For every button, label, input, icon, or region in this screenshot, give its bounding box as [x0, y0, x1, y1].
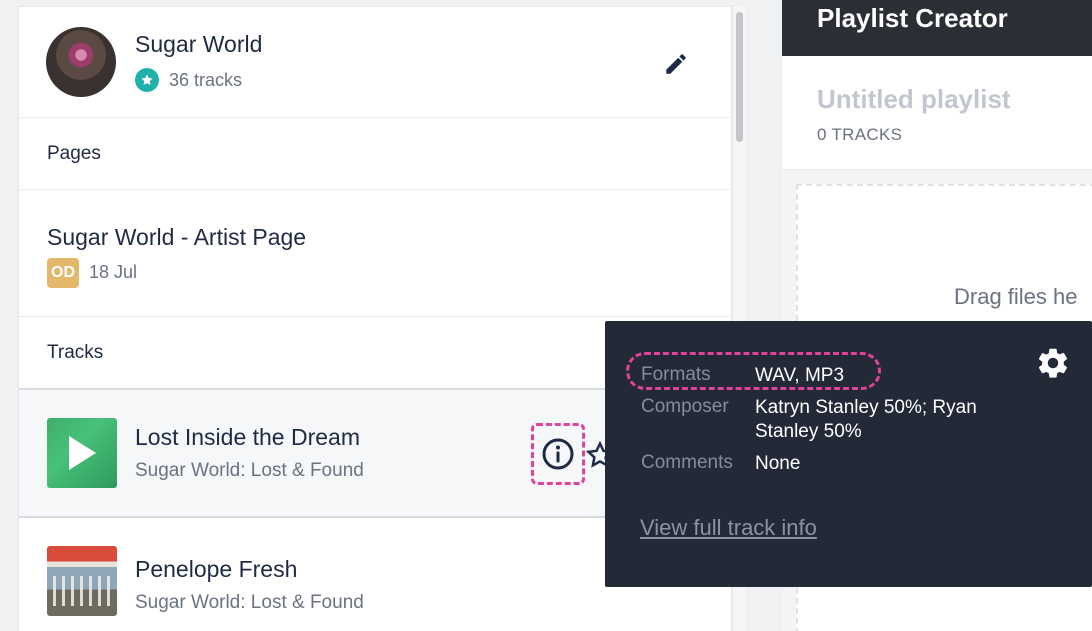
artist-track-count-row: 36 tracks — [135, 68, 242, 92]
playlist-creator-title: Playlist Creator — [817, 3, 1008, 33]
composer-value: Katryn Stanley 50%; Ryan Stanley 50% — [755, 397, 977, 442]
track-title[interactable]: Lost Inside the Dream — [135, 424, 360, 451]
playlist-head: Untitled playlist 0 TRACKS — [782, 56, 1092, 170]
comments-label: Comments — [641, 452, 733, 473]
artist-avatar — [46, 27, 116, 97]
formats-value: WAV, MP3 — [755, 365, 845, 386]
star-icon — [135, 68, 159, 92]
track-info-button[interactable] — [531, 423, 585, 485]
artist-header: Sugar World 36 tracks — [19, 7, 731, 118]
playlist-track-count: 0 TRACKS — [817, 125, 903, 144]
artwork-detail — [53, 576, 111, 606]
info-icon — [542, 438, 574, 470]
track-artwork[interactable] — [47, 418, 117, 488]
playlist-name[interactable]: Untitled playlist — [817, 84, 1011, 115]
gear-icon — [1038, 348, 1068, 378]
dropzone-text: Drag files he — [954, 284, 1078, 309]
track-artwork[interactable] — [47, 546, 117, 616]
track-album: Sugar World: Lost & Found — [135, 592, 364, 613]
settings-button[interactable] — [1035, 345, 1071, 381]
edit-artist-button[interactable] — [663, 51, 689, 77]
formats-label: Formats — [641, 364, 711, 385]
track-title[interactable]: Penelope Fresh — [135, 556, 297, 583]
artist-track-count: 36 tracks — [169, 69, 243, 90]
composer-label: Composer — [641, 396, 729, 417]
page-date: 18 Jul — [89, 262, 138, 282]
track-album: Sugar World: Lost & Found — [135, 460, 364, 481]
pages-section-header: Pages — [19, 118, 731, 190]
owner-badge: OD — [47, 258, 79, 288]
artist-name: Sugar World — [135, 31, 263, 57]
play-icon[interactable] — [69, 436, 96, 470]
page-title[interactable]: Sugar World - Artist Page — [47, 224, 306, 251]
page-item-artist-page[interactable]: Sugar World - Artist Page OD 18 Jul — [19, 190, 731, 317]
playlist-creator-header: Playlist Creator — [782, 0, 1092, 56]
track-info-tooltip: Formats WAV, MP3 Composer Katryn Stanley… — [605, 321, 1092, 587]
comments-value: None — [755, 453, 801, 474]
pencil-icon — [666, 54, 686, 74]
view-full-track-info-link[interactable]: View full track info — [640, 515, 817, 541]
scrollbar-thumb[interactable] — [736, 12, 743, 142]
